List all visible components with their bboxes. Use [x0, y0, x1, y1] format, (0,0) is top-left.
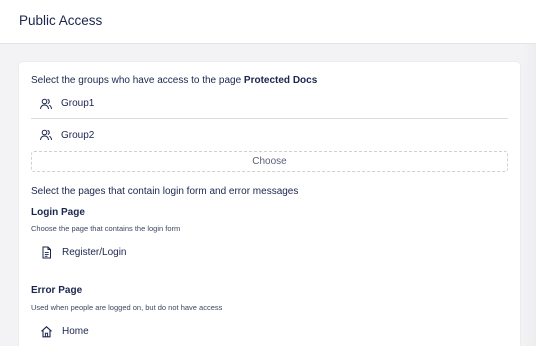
- groups-instruction-text: Select the groups who have access to the…: [31, 75, 242, 86]
- login-page-title: Login Page: [31, 207, 85, 218]
- pages-instruction: Select the pages that contain login form…: [31, 186, 299, 197]
- group-label: Group1: [61, 98, 95, 109]
- group-item[interactable]: Group2: [31, 120, 508, 150]
- login-page-label: Register/Login: [62, 246, 127, 258]
- error-page-selector[interactable]: Home: [31, 321, 89, 341]
- page-title: Public Access: [19, 13, 103, 28]
- protected-page-name: Protected Docs: [243, 75, 318, 86]
- error-page-description: Used when people are logged on, but do n…: [31, 303, 223, 312]
- choose-groups-button[interactable]: Choose: [31, 151, 508, 172]
- users-icon: [39, 128, 53, 142]
- groups-instruction: Select the groups who have access to the…: [31, 75, 317, 86]
- error-page-label: Home: [62, 325, 89, 337]
- page-header: Public Access: [0, 0, 536, 44]
- error-page-title: Error Page: [31, 285, 83, 296]
- settings-panel: Select the groups who have access to the…: [19, 62, 520, 346]
- group-item[interactable]: Group1: [31, 89, 508, 119]
- group-label: Group2: [61, 129, 95, 141]
- login-page-selector[interactable]: Register/Login: [31, 242, 126, 262]
- document-icon: [40, 246, 53, 259]
- login-page-description: Choose the page that contains the login …: [31, 224, 181, 233]
- users-icon: [39, 97, 53, 111]
- scroll-shadow: [522, 44, 536, 346]
- home-icon: [40, 325, 53, 338]
